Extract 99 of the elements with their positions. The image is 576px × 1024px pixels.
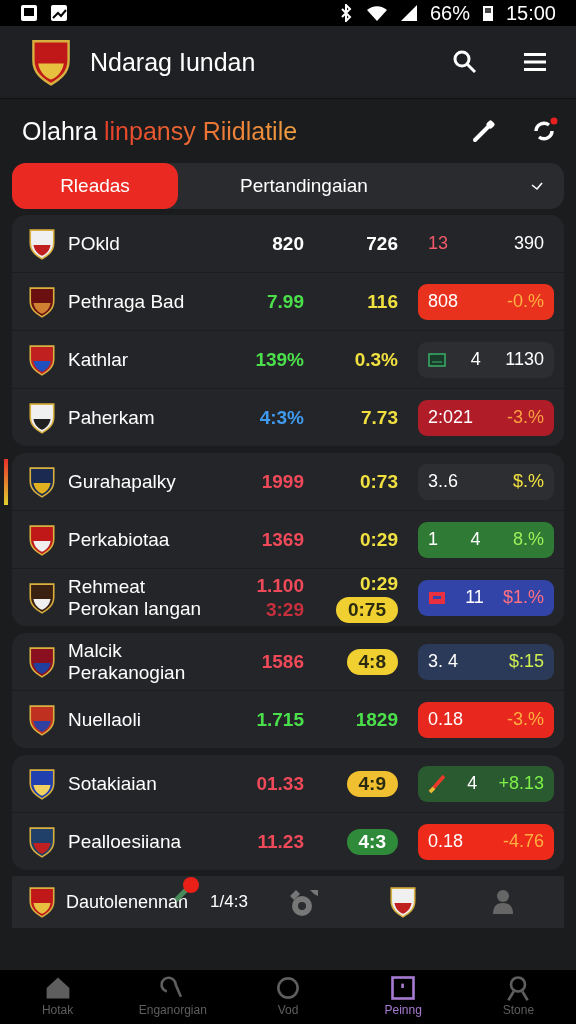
chevron-icon bbox=[530, 181, 544, 191]
odds-value: 2:021 bbox=[428, 407, 474, 428]
stat-value: 7.73 bbox=[361, 406, 398, 429]
score-pill: 4:8 bbox=[346, 648, 398, 675]
odds-value: 4 bbox=[470, 349, 481, 370]
stat-value: 0:29 bbox=[359, 528, 398, 551]
app-title: Ndarag Iundan bbox=[90, 47, 256, 77]
odds-value: 0.18 bbox=[428, 709, 464, 730]
odds-value: 4 bbox=[467, 773, 478, 794]
stat-value: 139% bbox=[255, 348, 304, 371]
stat-value: 1.100 bbox=[256, 574, 304, 597]
crest-icon bbox=[28, 285, 56, 318]
nav-item[interactable]: Vod bbox=[230, 970, 346, 1024]
odds-value: $.% bbox=[512, 471, 544, 492]
card-icon bbox=[428, 351, 446, 368]
odds-value: 1130 bbox=[505, 349, 544, 370]
clock: 15:00 bbox=[505, 1, 556, 25]
crest-icon bbox=[28, 227, 56, 260]
crest-icon bbox=[28, 645, 56, 678]
team-name: Malcik bbox=[68, 639, 123, 662]
crest-icon bbox=[28, 825, 56, 858]
pencil-icon bbox=[472, 119, 496, 143]
nav-item[interactable]: Stone bbox=[460, 970, 576, 1024]
score-pill: 4:9 bbox=[346, 770, 398, 797]
tab[interactable]: Pertandingaian bbox=[178, 163, 510, 209]
nav-item[interactable]: Enganorgian bbox=[115, 970, 231, 1024]
stat-value: 1369 bbox=[261, 528, 304, 551]
team-name: Pethraga Bad bbox=[68, 290, 186, 313]
odds-value: $:15 bbox=[508, 651, 544, 672]
flag-icon bbox=[428, 590, 446, 605]
stat-value: 1586 bbox=[261, 650, 304, 673]
stat-value: 0:29 bbox=[359, 572, 398, 595]
odds-value: $1.% bbox=[502, 587, 544, 608]
crest-icon bbox=[28, 523, 56, 556]
stat-value: 4:3% bbox=[259, 406, 304, 429]
stat-value: 3:29 bbox=[265, 598, 304, 621]
team-name: Perokan langan bbox=[68, 597, 203, 620]
stat-value: 820 bbox=[272, 232, 304, 255]
battery-icon bbox=[481, 4, 494, 22]
stat-value: 11.23 bbox=[257, 830, 304, 853]
team-name: Perakanogian bbox=[68, 661, 187, 684]
crest-icon bbox=[28, 343, 56, 376]
stat-value: 0:73 bbox=[359, 470, 398, 493]
stat-value: 7.99 bbox=[267, 290, 304, 313]
team-name: Perkabiotaa bbox=[68, 528, 171, 551]
crest-icon bbox=[28, 886, 56, 918]
search-icon bbox=[452, 49, 478, 75]
menu-icon bbox=[524, 52, 546, 72]
crest-icon bbox=[28, 401, 56, 434]
odds-value: -0.% bbox=[507, 291, 544, 312]
team-name: Pealloesiiana bbox=[68, 830, 183, 853]
odds-value: 8.% bbox=[512, 529, 544, 550]
team-name: Rehmeat bbox=[68, 575, 147, 598]
team-name: Paherkam bbox=[68, 406, 156, 429]
wifi-icon bbox=[365, 4, 388, 22]
odds-value: 13 bbox=[428, 233, 449, 254]
stat-value: 116 bbox=[367, 290, 398, 313]
team-name: Kathlar bbox=[68, 348, 130, 371]
gallery-icon bbox=[20, 4, 38, 22]
crest-icon bbox=[388, 886, 417, 918]
odds-value: 3..6 bbox=[428, 471, 459, 492]
odds-value: -3.% bbox=[507, 709, 544, 730]
person-icon bbox=[491, 888, 515, 916]
logo-icon bbox=[30, 38, 72, 86]
brush-icon bbox=[428, 773, 446, 794]
score-pill: 0:75 bbox=[335, 596, 398, 623]
odds-value: 808 bbox=[428, 291, 459, 312]
odds-value: -3.% bbox=[507, 407, 544, 428]
team-name: Gurahapalky bbox=[68, 470, 177, 493]
odds-value: 1 bbox=[428, 529, 438, 550]
tab[interactable]: Rleadas bbox=[12, 163, 178, 209]
odds-value: 390 bbox=[513, 233, 544, 254]
odds-value: 11 bbox=[465, 587, 484, 608]
stat-value: 1.715 bbox=[256, 708, 304, 731]
nav-item[interactable]: Hotak bbox=[0, 970, 116, 1024]
crest-icon bbox=[28, 767, 56, 800]
battery-percent: 66% bbox=[429, 1, 470, 25]
odds-value: 0.18 bbox=[428, 831, 464, 852]
team-name: Dautolenennan bbox=[66, 891, 189, 913]
team-name: POkld bbox=[68, 232, 121, 255]
crest-icon bbox=[28, 703, 56, 736]
chart-icon bbox=[50, 4, 68, 22]
stat-value: 1/4:3 bbox=[210, 892, 248, 912]
stat-value: 726 bbox=[366, 232, 398, 255]
nav-item[interactable]: Peinng bbox=[345, 970, 461, 1024]
stat-value: 1999 bbox=[261, 470, 304, 493]
crest-icon bbox=[28, 581, 56, 614]
team-name: Sotakiaian bbox=[68, 772, 158, 795]
stat-value: 1829 bbox=[355, 708, 398, 731]
odds-value: -4.76 bbox=[502, 831, 544, 852]
team-name: Nuellaoli bbox=[68, 708, 142, 731]
stat-value: 01.33 bbox=[256, 772, 304, 795]
score-pill: 4:3 bbox=[346, 828, 398, 855]
odds-value: +8.13 bbox=[498, 773, 544, 794]
odds-value: 3. 4 bbox=[428, 651, 459, 672]
crest-icon bbox=[28, 465, 56, 498]
signal-icon bbox=[399, 4, 418, 22]
stat-value: 0.3% bbox=[354, 348, 398, 371]
odds-value: 4 bbox=[470, 529, 481, 550]
